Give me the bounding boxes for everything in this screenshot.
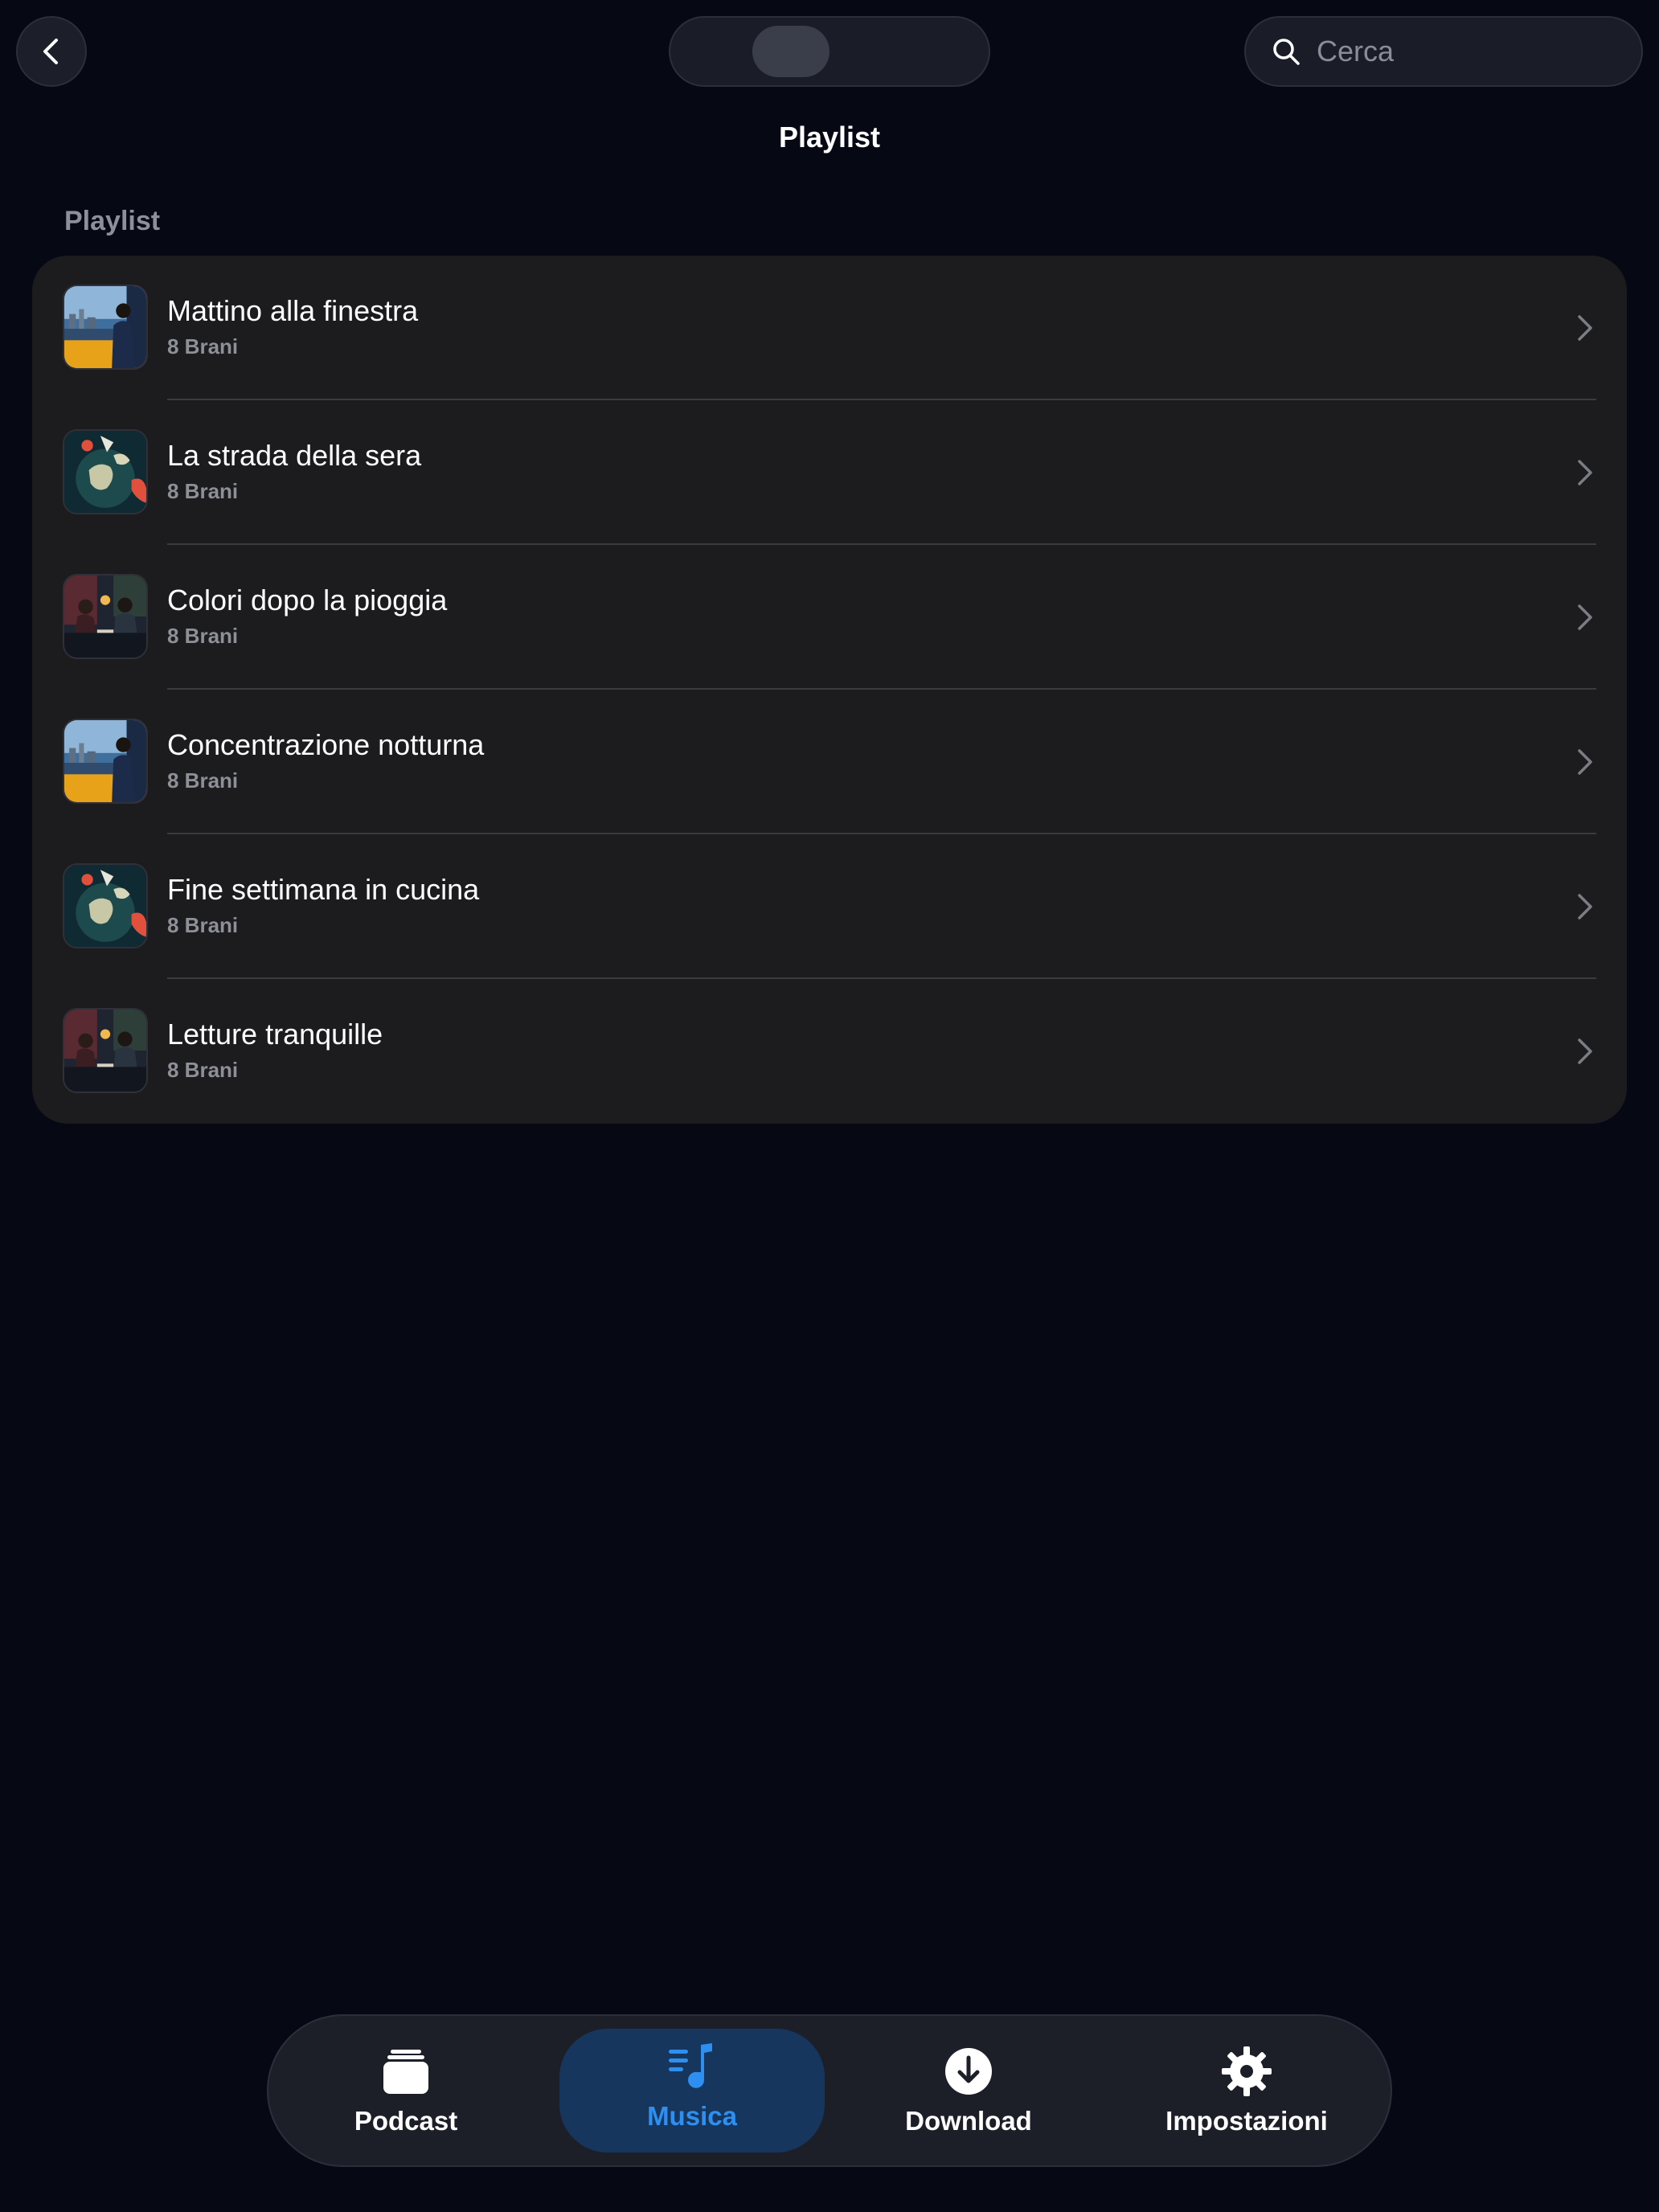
tab-bar: Podcast Musica Download Impostazioni xyxy=(267,2014,1392,2167)
playlist-title: La strada della sera xyxy=(167,439,422,472)
chevron-right-icon xyxy=(1575,603,1595,632)
playlist-title: Concentrazione notturna xyxy=(167,728,485,761)
playlist-list: Mattino alla finestra 8 Brani La strada … xyxy=(32,256,1627,1124)
page-title: Playlist xyxy=(778,121,881,154)
city-window-art xyxy=(64,720,146,802)
tab-musica[interactable]: Musica xyxy=(559,2016,825,2165)
chevron-right-icon xyxy=(1575,1037,1595,1066)
playlist-artwork xyxy=(63,1008,148,1093)
playlist-track-count: 8 Brani xyxy=(167,479,239,503)
gear-icon xyxy=(1220,2045,1273,2098)
playlist-track-count: 8 Brani xyxy=(167,624,239,648)
playlist-track-count: 8 Brani xyxy=(167,1058,239,1082)
cafe-couple-art xyxy=(64,1010,146,1092)
playlist-artwork xyxy=(63,574,148,659)
tab-label: Download xyxy=(905,2106,1032,2136)
back-button[interactable] xyxy=(16,16,87,87)
view-toggle[interactable] xyxy=(669,16,990,87)
city-window-art xyxy=(64,286,146,368)
playlist-title: Fine settimana in cucina xyxy=(167,873,480,906)
playlist-row[interactable]: La strada della sera 8 Brani xyxy=(32,400,1627,545)
chevron-right-icon xyxy=(1575,748,1595,776)
search-input[interactable] xyxy=(1315,34,1624,69)
stack-icon xyxy=(379,2045,432,2098)
playlist-row[interactable]: Colori dopo la pioggia 8 Brani xyxy=(32,545,1627,690)
section-label: Playlist xyxy=(64,206,161,236)
tab-download[interactable]: Download xyxy=(836,2016,1101,2165)
playlist-artwork xyxy=(63,863,148,948)
chevron-left-icon xyxy=(43,39,58,64)
playlist-row[interactable]: Fine settimana in cucina 8 Brani xyxy=(32,834,1627,979)
globe-art xyxy=(64,865,146,947)
music-list-icon xyxy=(666,2040,719,2093)
tab-label: Podcast xyxy=(354,2106,458,2136)
playlist-title: Colori dopo la pioggia xyxy=(167,584,448,616)
playlist-track-count: 8 Brani xyxy=(167,334,239,358)
playlist-artwork xyxy=(63,719,148,804)
cafe-couple-art xyxy=(64,576,146,657)
playlist-row[interactable]: Mattino alla finestra 8 Brani xyxy=(32,256,1627,400)
tab-label: Impostazioni xyxy=(1165,2106,1328,2136)
chevron-right-icon xyxy=(1575,458,1595,487)
tab-impostazioni[interactable]: Impostazioni xyxy=(1114,2016,1379,2165)
tab-label: Musica xyxy=(647,2101,737,2131)
playlist-track-count: 8 Brani xyxy=(167,913,239,937)
chevron-right-icon xyxy=(1575,313,1595,342)
playlist-title: Letture tranquille xyxy=(167,1018,383,1051)
chevron-right-icon xyxy=(1575,892,1595,921)
playlist-artwork xyxy=(63,285,148,370)
search-field[interactable] xyxy=(1244,16,1643,87)
download-circle-icon xyxy=(942,2045,995,2098)
tab-podcast[interactable]: Podcast xyxy=(273,2016,539,2165)
view-toggle-thumb[interactable] xyxy=(752,26,830,77)
playlist-track-count: 8 Brani xyxy=(167,768,239,793)
globe-art xyxy=(64,431,146,513)
playlist-row[interactable]: Concentrazione notturna 8 Brani xyxy=(32,690,1627,834)
magnifier-icon xyxy=(1273,39,1300,65)
playlist-artwork xyxy=(63,429,148,514)
playlist-row[interactable]: Letture tranquille 8 Brani xyxy=(32,979,1627,1124)
playlist-title: Mattino alla finestra xyxy=(167,294,419,327)
